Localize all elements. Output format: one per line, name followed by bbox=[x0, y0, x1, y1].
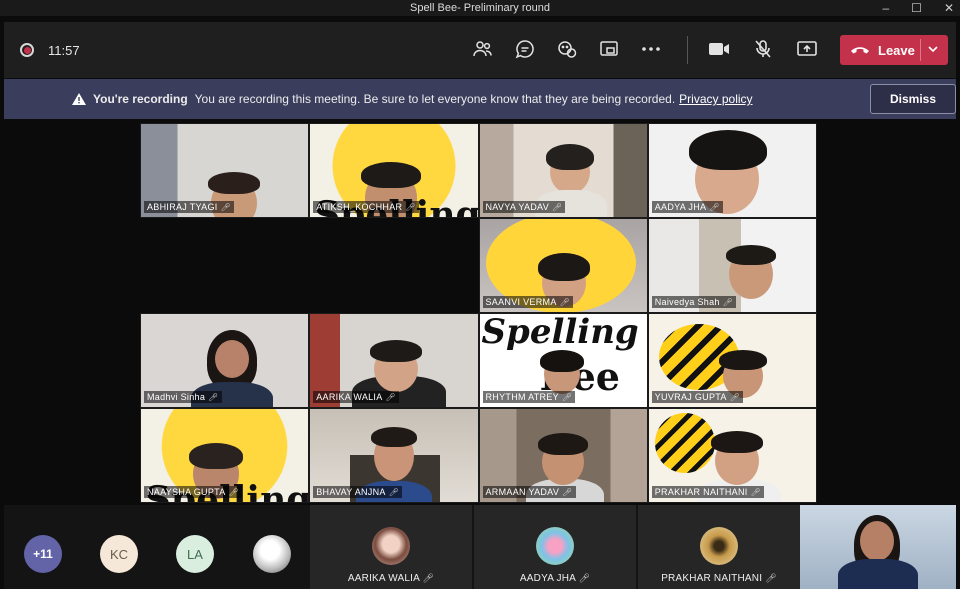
minimize-button[interactable]: – bbox=[882, 1, 889, 15]
participant-name-label: AADYA JHA 🎤︎ bbox=[519, 573, 591, 584]
avatar bbox=[536, 527, 574, 565]
window-title-bar: Spell Bee- Preliminary round – ☐ ✕ bbox=[0, 0, 960, 16]
avatar[interactable]: KC bbox=[100, 535, 138, 573]
chevron-down-icon[interactable] bbox=[927, 43, 939, 58]
participant-card[interactable]: PRAKHAR NAITHANI 🎤︎ bbox=[638, 505, 800, 589]
people-icon[interactable] bbox=[470, 36, 496, 62]
device-controls bbox=[706, 36, 820, 62]
dismiss-button[interactable]: Dismiss bbox=[870, 84, 956, 114]
participant-tile[interactable]: YUVRAJ GUPTA 🎤︎ bbox=[647, 313, 817, 408]
participant-tile[interactable]: SAANVI VERMA 🎤︎ bbox=[478, 218, 648, 313]
participant-tile[interactable]: NAVYA YADAV 🎤︎ bbox=[478, 123, 648, 218]
privacy-policy-link[interactable]: Privacy policy bbox=[679, 92, 752, 106]
participant-name-label: YUVRAJ GUPTA 🎤︎ bbox=[651, 391, 744, 403]
participant-name-label: NAAYSHA GUPTA 🎤︎ bbox=[144, 486, 243, 498]
participant-card[interactable]: AADYA JHA 🎤︎ bbox=[474, 505, 636, 589]
banner-title: You're recording bbox=[93, 92, 188, 106]
participant-name-label: SAANVI VERMA 🎤︎ bbox=[482, 296, 574, 308]
video-gallery: ABHIRAJ TYAGI🎤︎ Spelling ATIKSH_KOCHHAR🎤… bbox=[140, 123, 817, 503]
participant-tile[interactable]: PRAKHAR NAITHANI 🎤︎ bbox=[647, 408, 817, 503]
participant-name-label: AARIKA WALIA 🎤︎ bbox=[313, 391, 400, 403]
participant-tile[interactable]: Spelling ATIKSH_KOCHHAR🎤︎ bbox=[309, 123, 479, 218]
reactions-icon[interactable] bbox=[554, 36, 580, 62]
more-participants-button[interactable]: +11 bbox=[24, 535, 62, 573]
window-controls: – ☐ ✕ bbox=[882, 0, 954, 16]
participant-tile[interactable]: ABHIRAJ TYAGI 🎤︎ bbox=[140, 123, 310, 218]
participant-tile[interactable]: Madhvi Sinha 🎤︎ bbox=[140, 313, 310, 408]
recording-banner: You're recording You are recording this … bbox=[4, 79, 956, 119]
participant-name-label: NAVYA YADAV 🎤︎ bbox=[482, 201, 566, 213]
meeting-timer: 11:57 bbox=[48, 42, 80, 58]
avatar[interactable] bbox=[253, 535, 291, 573]
banner-message: You are recording this meeting. Be sure … bbox=[194, 92, 676, 106]
participant-name-label: RHYTHM ATREY 🎤︎ bbox=[482, 391, 576, 403]
leave-button[interactable]: Leave bbox=[840, 35, 948, 65]
share-tray-icon[interactable] bbox=[596, 36, 622, 62]
participant-name-label: Naivedya Shah 🎤︎ bbox=[651, 296, 737, 308]
participant-name-label: ARMAAN YADAV 🎤︎ bbox=[482, 486, 576, 498]
recording-indicator-icon bbox=[20, 43, 34, 57]
close-window-button[interactable]: ✕ bbox=[944, 1, 954, 15]
participant-tile[interactable]: Spelling Bee RHYTHM ATREY 🎤︎ bbox=[478, 313, 648, 408]
participant-name-label: PRAKHAR NAITHANI 🎤︎ bbox=[651, 486, 765, 498]
bee-illustration-icon bbox=[654, 413, 715, 473]
participant-tile[interactable]: AADYA JHA 🎤︎ bbox=[647, 123, 817, 218]
participant-tile[interactable]: AARIKA WALIA 🎤︎ bbox=[309, 313, 479, 408]
toolbar-divider bbox=[687, 36, 688, 64]
spelling-bee-logo: Spelling bbox=[481, 313, 639, 352]
meeting-toolbar: 11:57 Leave bbox=[4, 22, 956, 78]
participant-tile[interactable]: Spelling NAAYSHA GUPTA🎤︎ bbox=[140, 408, 310, 503]
participant-strip: +11 KC LA AARIKA WALIA 🎤︎ AADYA JHA 🎤︎ P… bbox=[4, 505, 956, 589]
participant-name-label: PRAKHAR NAITHANI 🎤︎ bbox=[661, 573, 777, 584]
leave-split-divider bbox=[920, 39, 921, 61]
share-screen-icon[interactable] bbox=[794, 36, 820, 62]
participant-name-label: Madhvi Sinha 🎤︎ bbox=[144, 391, 222, 403]
participant-name-label: ATIKSH_KOCHHAR 🎤︎ bbox=[313, 201, 419, 213]
leave-label: Leave bbox=[878, 42, 915, 58]
maximize-button[interactable]: ☐ bbox=[911, 1, 922, 15]
participant-name-label: AADYA JHA 🎤︎ bbox=[651, 201, 723, 213]
participant-name-label: AARIKA WALIA 🎤︎ bbox=[347, 573, 435, 584]
participant-card[interactable]: AARIKA WALIA 🎤︎ bbox=[310, 505, 472, 589]
participant-tile[interactable]: Naivedya Shah 🎤︎ bbox=[647, 218, 817, 313]
window-title: Spell Bee- Preliminary round bbox=[409, 2, 550, 14]
avatar bbox=[700, 527, 738, 565]
more-icon[interactable] bbox=[638, 36, 664, 62]
participant-tile[interactable]: BHAVAY ANJNA 🎤︎ bbox=[309, 408, 479, 503]
avatar bbox=[372, 527, 410, 565]
camera-icon[interactable] bbox=[706, 36, 732, 62]
warning-icon bbox=[71, 92, 87, 106]
participant-name-label: BHAVAY ANJNA 🎤︎ bbox=[313, 486, 403, 498]
self-view-video[interactable] bbox=[800, 505, 956, 589]
avatar[interactable]: LA bbox=[176, 535, 214, 573]
mic-off-icon[interactable] bbox=[750, 36, 776, 62]
chat-icon[interactable] bbox=[512, 36, 538, 62]
hang-up-icon bbox=[850, 45, 874, 55]
participant-tile[interactable]: ARMAAN YADAV 🎤︎ bbox=[478, 408, 648, 503]
participant-name-label: ABHIRAJ TYAGI 🎤︎ bbox=[144, 201, 235, 213]
toolbar-actions bbox=[470, 36, 664, 62]
